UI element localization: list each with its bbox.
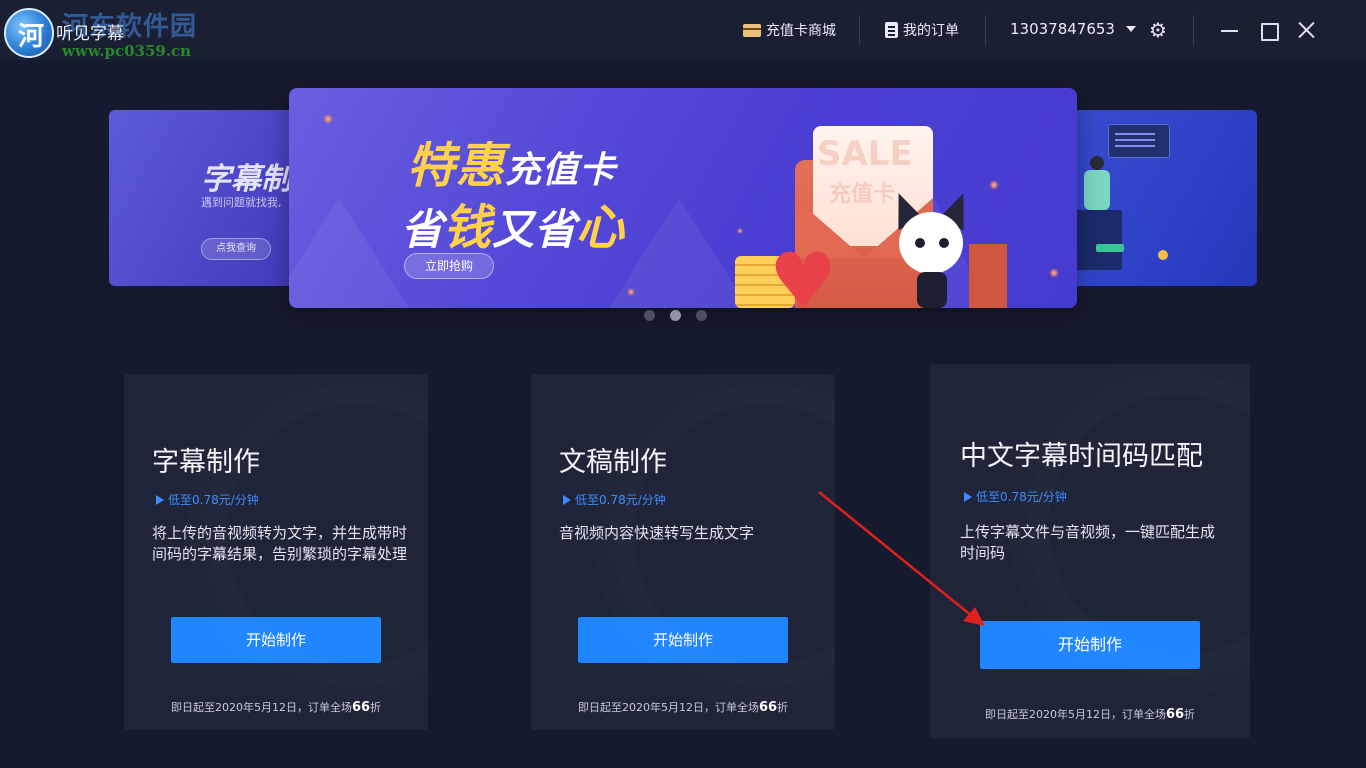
- buy-now-button[interactable]: 立即抢购: [404, 253, 494, 279]
- app-title: 听见字幕: [56, 24, 124, 44]
- product-title: 文稿制作: [559, 447, 667, 478]
- caret-down-icon: [1125, 26, 1136, 32]
- recharge-store-link[interactable]: 充值卡商城: [743, 20, 836, 40]
- sparkle: [323, 114, 333, 124]
- mascot-eye: [915, 238, 925, 248]
- promo-headline-1: 特惠充值卡: [407, 138, 617, 194]
- play-icon: [964, 491, 972, 502]
- maximize-icon[interactable]: [1255, 16, 1283, 44]
- recharge-store-label: 充值卡商城: [766, 23, 836, 39]
- slide-left-subtitle: 遇到问题就找我,: [201, 196, 282, 209]
- title-bar: 河 河东软件园 听见字幕 www.pc0359.cn 充值卡商城 我的订单 13…: [0, 0, 1366, 60]
- my-orders-link[interactable]: 我的订单: [885, 20, 959, 40]
- sale-card-text: SALE: [817, 134, 913, 174]
- gear-icon[interactable]: ⚙: [1147, 19, 1169, 41]
- slide-left-title: 字幕制: [201, 162, 291, 197]
- product-description: 将上传的音视频转为文字，并生成带时间码的字幕结果，告别繁琐的字幕处理: [152, 524, 408, 563]
- sparkle: [1049, 268, 1059, 278]
- play-icon: [563, 494, 571, 505]
- carousel-slide-main[interactable]: 特惠充值卡 省钱又省心 立即抢购 SALE 充值卡 ♥: [289, 88, 1077, 308]
- carousel-dot-3[interactable]: [696, 310, 707, 321]
- promo-note: 即日起至2020年5月12日，订单全场66折: [984, 707, 1196, 722]
- divider: [1193, 15, 1194, 45]
- person-illustration-body: [1084, 170, 1110, 210]
- carousel-dot-1[interactable]: [644, 310, 655, 321]
- promo-note: 即日起至2020年5月12日，订单全场66折: [170, 700, 382, 715]
- start-making-button[interactable]: 开始制作: [980, 621, 1200, 669]
- price-tag: 低至0.78元/分钟: [964, 488, 1067, 505]
- carousel-dot-2[interactable]: [670, 310, 681, 321]
- product-title: 字幕制作: [152, 447, 260, 478]
- card-icon: [743, 23, 761, 37]
- product-description: 上传字幕文件与音视频，一键匹配生成时间码: [960, 523, 1216, 562]
- watermark-url: www.pc0359.cn: [62, 42, 192, 60]
- order-icon: [885, 22, 898, 38]
- product-card-timecode-matching: 中文字幕时间码匹配 低至0.78元/分钟 上传字幕文件与音视频，一键匹配生成时间…: [930, 364, 1250, 739]
- account-menu[interactable]: 13037847653: [1010, 20, 1136, 38]
- start-making-button[interactable]: 开始制作: [171, 617, 381, 663]
- sparkle: [989, 180, 999, 190]
- minimize-icon[interactable]: [1216, 16, 1244, 44]
- product-title: 中文字幕时间码匹配: [960, 441, 1203, 472]
- divider: [859, 15, 860, 45]
- play-icon: [156, 494, 164, 505]
- my-orders-label: 我的订单: [903, 23, 959, 39]
- product-card-transcript-making: 文稿制作 低至0.78元/分钟 音视频内容快速转写生成文字 开始制作 即日起至2…: [531, 374, 835, 730]
- product-card-subtitle-making: 字幕制作 低至0.78元/分钟 将上传的音视频转为文字，并生成带时间码的字幕结果…: [124, 374, 428, 730]
- divider: [985, 15, 986, 45]
- carousel-indicators: [644, 310, 707, 321]
- product-description: 音视频内容快速转写生成文字: [559, 524, 755, 542]
- promo-headline-2: 省钱又省心: [401, 200, 626, 256]
- slide-left-button[interactable]: 点我查询: [201, 238, 271, 260]
- sparkle: [627, 288, 635, 296]
- heart-icon: ♥: [769, 236, 838, 309]
- coin-dot-illustration: [1158, 250, 1168, 260]
- promo-note: 即日起至2020年5月12日，订单全场66折: [577, 700, 789, 715]
- decor-panel: [969, 244, 1007, 308]
- mascot-eye: [939, 238, 949, 248]
- desk-illustration: [1076, 210, 1122, 270]
- mascot-illustration: [899, 212, 963, 274]
- account-number: 13037847653: [1010, 20, 1115, 38]
- close-icon[interactable]: [1293, 16, 1321, 44]
- app-logo-icon: 河: [4, 8, 54, 58]
- desk-label-illustration: [1096, 244, 1124, 252]
- background-shape: [289, 198, 409, 308]
- screen-illustration: [1108, 124, 1170, 158]
- price-tag: 低至0.78元/分钟: [563, 491, 666, 508]
- price-tag: 低至0.78元/分钟: [156, 491, 259, 508]
- sparkle: [737, 228, 743, 234]
- mascot-body: [917, 272, 947, 308]
- person-illustration: [1090, 156, 1104, 170]
- start-making-button[interactable]: 开始制作: [578, 617, 788, 663]
